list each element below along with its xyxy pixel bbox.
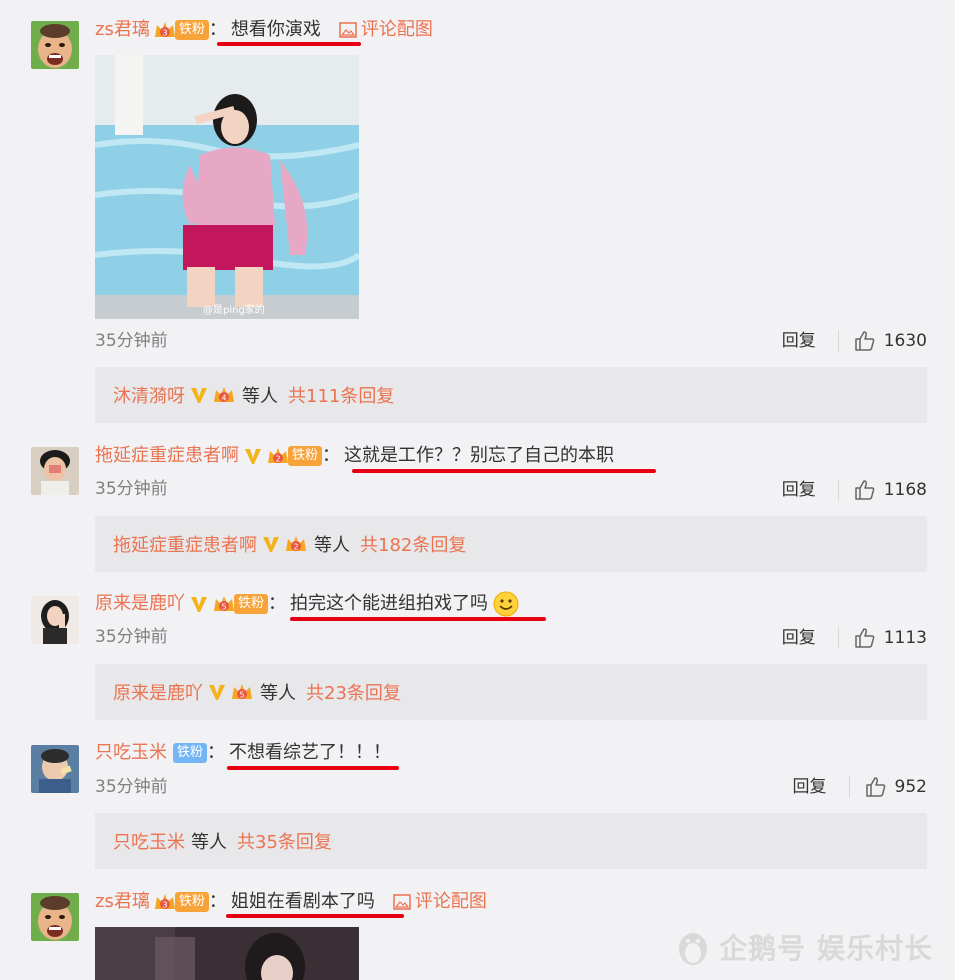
crown-level-icon: 4 [212, 384, 236, 406]
comment-time: 35分钟前 [95, 777, 168, 797]
divider [837, 627, 839, 649]
reply-count-link[interactable]: 共23条回复 [306, 679, 401, 705]
reply-button[interactable]: 回复 [782, 478, 816, 502]
crown-level-icon: 2 [284, 533, 308, 555]
like-button[interactable]: 952 [865, 775, 927, 799]
avatar[interactable] [31, 745, 79, 793]
verified-v-icon [207, 682, 227, 702]
comment-image-link[interactable]: 评论配图 [339, 16, 433, 44]
platform-watermark: 企鹅号 娱乐村长 [675, 927, 933, 967]
verified-v-icon [243, 446, 263, 466]
comment-photo[interactable] [95, 927, 359, 980]
comment-image-link[interactable]: 评论配图 [393, 888, 487, 916]
crown-level-icon: 5 [230, 681, 254, 703]
fan-badge: 铁粉 [234, 594, 269, 614]
reply-count-link[interactable]: 共111条回复 [288, 382, 394, 408]
smile-emoji-icon [492, 590, 520, 618]
comment-header: zs君璃 3 铁粉 ： 想看你演戏 评论配图 [95, 16, 433, 44]
thumbs-up-icon [854, 331, 875, 351]
avatar[interactable] [31, 447, 79, 495]
reply-count-link[interactable]: 共182条回复 [360, 531, 466, 557]
comment-time: 35分钟前 [95, 627, 168, 647]
comment-actions: 回复 1168 [782, 478, 927, 502]
like-count: 1168 [883, 480, 927, 500]
comment-actions: 回复 1113 [782, 626, 927, 650]
fan-badge: 铁粉 [173, 743, 208, 763]
like-button[interactable]: 1113 [854, 626, 927, 650]
penguin-logo-icon [679, 933, 708, 965]
reply-username[interactable]: 拖延症重症患者啊 [113, 531, 257, 557]
thumbs-up-icon [854, 480, 875, 500]
svg-text:4: 4 [221, 394, 226, 403]
username[interactable]: 只吃玉米 [95, 739, 167, 767]
reply-count-link[interactable]: 共35条回复 [237, 828, 332, 854]
comment-actions: 回复 1630 [782, 329, 927, 353]
divider [837, 330, 839, 352]
crown-level-icon: 3 [153, 891, 177, 913]
like-button[interactable]: 1630 [854, 329, 927, 353]
like-count: 1113 [883, 628, 927, 648]
comment-text: 不想看综艺了！！！ [229, 742, 392, 763]
comment-photo[interactable]: @是ping家的 [95, 55, 359, 319]
fan-badge: 铁粉 [174, 892, 209, 912]
svg-text:5: 5 [239, 691, 244, 700]
comment-header: 拖延症重症患者啊 2 铁粉 ： 这就是工作？？别忘了自己的本职 [95, 442, 618, 470]
verified-v-icon [261, 534, 281, 554]
avatar[interactable] [31, 21, 79, 69]
svg-text:2: 2 [275, 455, 280, 464]
fan-badge: 铁粉 [288, 446, 323, 466]
image-icon [393, 894, 411, 910]
divider [848, 776, 850, 798]
comment-text: 拍完这个能进组拍戏了吗 [290, 593, 489, 614]
replies-summary[interactable]: 沐清漪呀 4 等人 共111条回复 [95, 367, 927, 423]
verified-v-icon [189, 594, 209, 614]
reply-username[interactable]: 原来是鹿吖 [113, 679, 203, 705]
comment-text: 姐姐在看剧本了吗 [230, 891, 375, 912]
replies-summary[interactable]: 拖延症重症患者啊 2 等人 共182条回复 [95, 516, 927, 572]
svg-text:@是ping家的: @是ping家的 [203, 303, 265, 316]
image-icon [339, 22, 357, 38]
divider [837, 479, 839, 501]
comment-header: 原来是鹿吖 5 铁粉 ： 拍完这个能进组拍戏了吗 [95, 590, 520, 618]
like-count: 1630 [883, 331, 927, 351]
avatar[interactable] [31, 893, 79, 941]
comment-header: zs君璃 3 铁粉 ： 姐姐在看剧本了吗 评论配图 [95, 888, 487, 916]
avatar[interactable] [31, 596, 79, 644]
reply-username[interactable]: 只吃玉米 [113, 828, 185, 854]
like-button[interactable]: 1168 [854, 478, 927, 502]
svg-text:3: 3 [162, 29, 167, 38]
comment-time: 35分钟前 [95, 331, 168, 351]
svg-text:3: 3 [162, 901, 167, 910]
red-underline [227, 766, 399, 770]
reply-button[interactable]: 回复 [782, 626, 816, 650]
verified-v-icon [189, 385, 209, 405]
comment-text: 想看你演戏 [230, 19, 321, 40]
red-underline [290, 617, 546, 621]
crown-level-icon: 3 [153, 19, 177, 41]
fan-badge: 铁粉 [174, 20, 209, 40]
comment-actions: 回复 952 [793, 775, 927, 799]
username[interactable]: zs君璃 [95, 16, 150, 44]
username[interactable]: 原来是鹿吖 [95, 590, 185, 618]
reply-button[interactable]: 回复 [793, 775, 827, 799]
thumbs-up-icon [854, 628, 875, 648]
username[interactable]: zs君璃 [95, 888, 150, 916]
svg-text:2: 2 [293, 543, 298, 552]
comment-text: 这就是工作？？别忘了自己的本职 [344, 445, 615, 466]
crown-level-icon: 2 [266, 445, 290, 467]
replies-summary[interactable]: 原来是鹿吖 5 等人 共23条回复 [95, 664, 927, 720]
crown-level-icon: 5 [212, 593, 236, 615]
comment-time: 35分钟前 [95, 479, 168, 499]
username[interactable]: 拖延症重症患者啊 [95, 442, 239, 470]
reply-button[interactable]: 回复 [782, 329, 816, 353]
thumbs-up-icon [865, 777, 885, 797]
red-underline [217, 42, 361, 46]
reply-username[interactable]: 沐清漪呀 [113, 382, 185, 408]
red-underline [226, 914, 404, 918]
red-underline [352, 469, 656, 473]
replies-summary[interactable]: 只吃玉米 等人 共35条回复 [95, 813, 927, 869]
like-count: 952 [894, 777, 927, 797]
comment-header: 只吃玉米 铁粉 ： 不想看综艺了！！！ [95, 739, 395, 767]
svg-text:5: 5 [221, 603, 226, 612]
